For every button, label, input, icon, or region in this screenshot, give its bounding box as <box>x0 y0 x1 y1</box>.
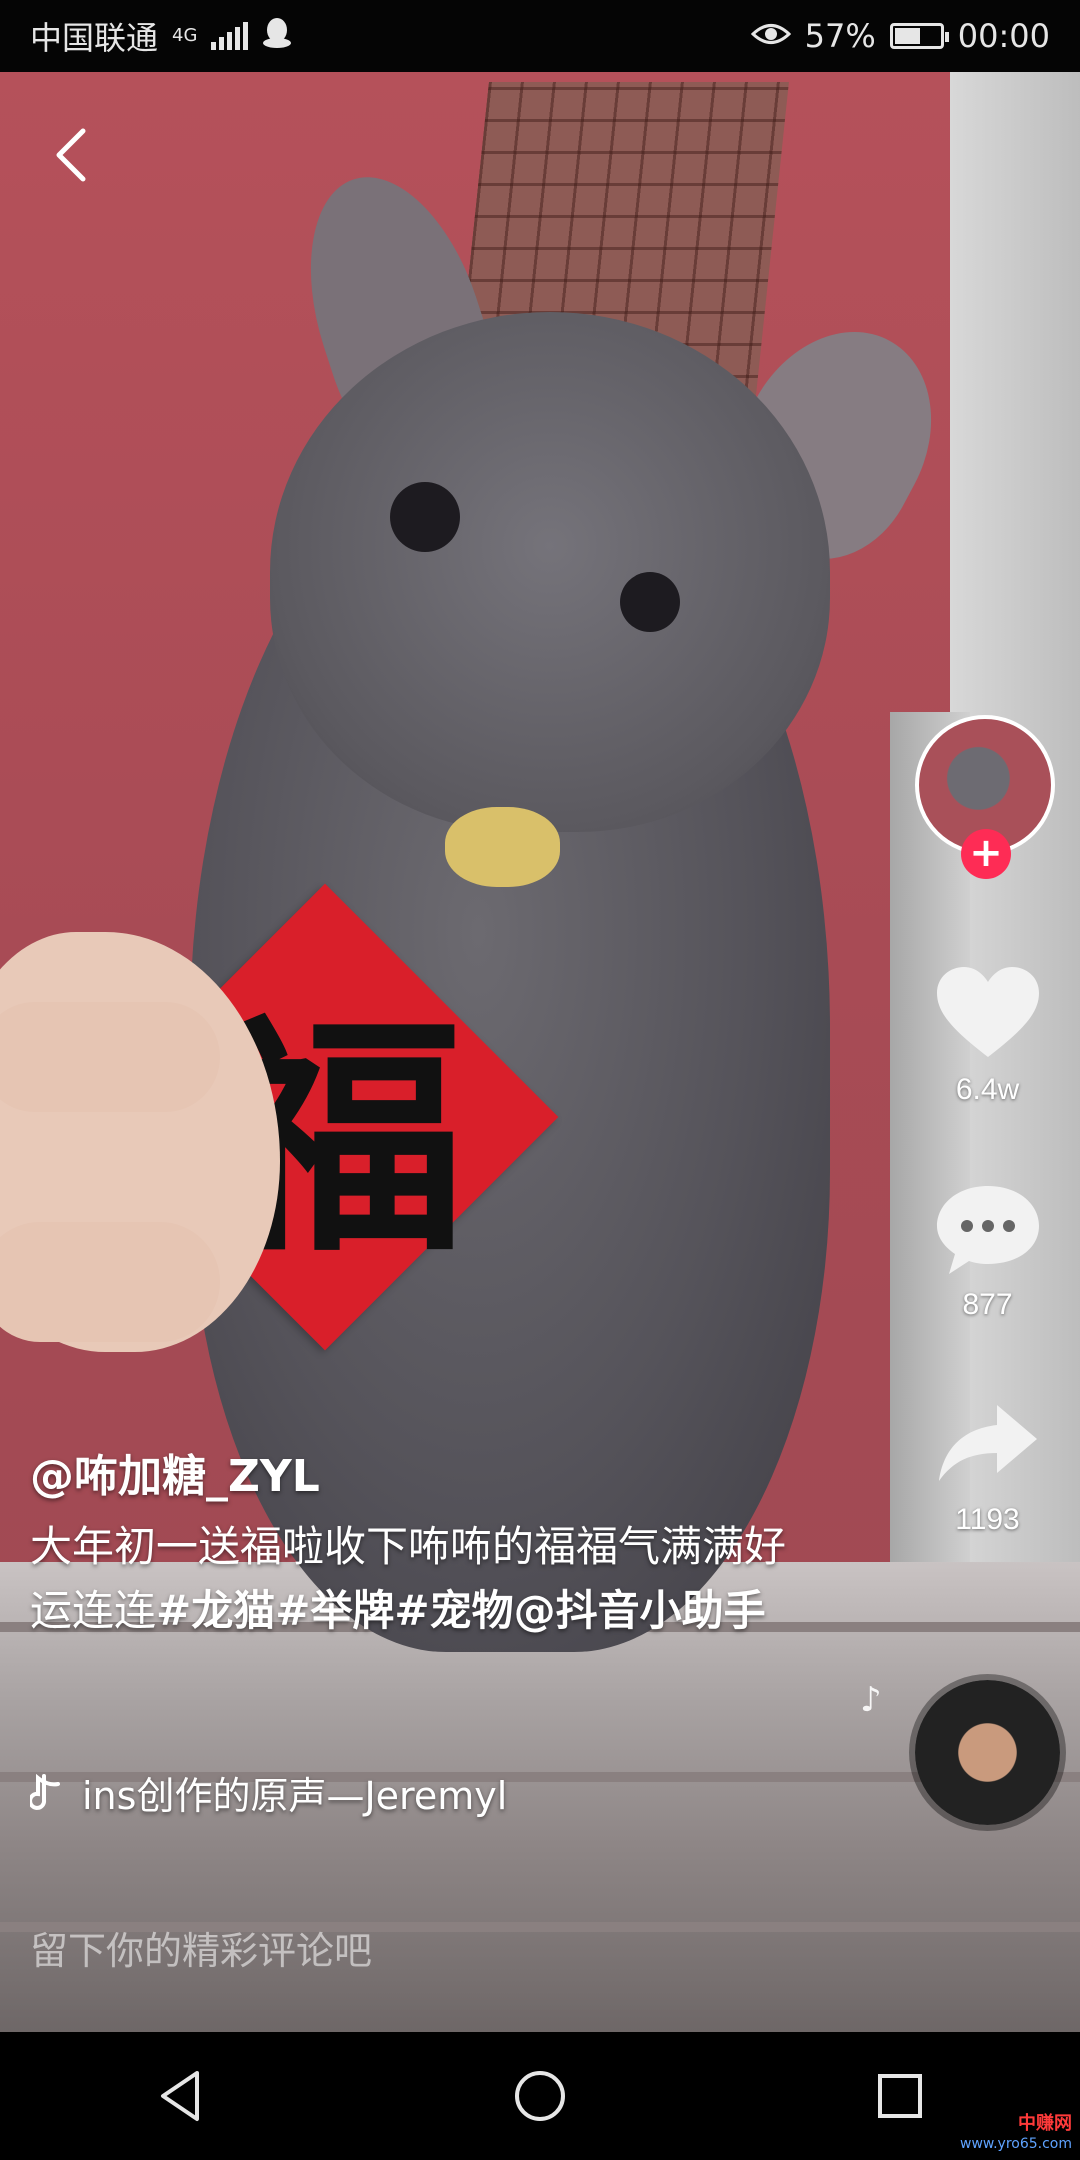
share-button[interactable]: 1193 <box>920 1395 1055 1537</box>
follow-button[interactable]: + <box>961 829 1011 879</box>
share-icon <box>938 1405 1037 1481</box>
comment-count: 877 <box>962 1288 1013 1321</box>
music-title: ins创作的原声—Jeremyl <box>82 1774 508 1818</box>
nav-recents-button[interactable] <box>840 2046 960 2146</box>
triangle-back-icon <box>161 2071 199 2121</box>
comment-icon <box>936 1186 1039 1274</box>
music-disc[interactable] <box>915 1680 1060 1825</box>
food-piece <box>445 807 560 887</box>
chinchilla-eye <box>620 572 680 632</box>
like-count: 6.4w <box>955 1073 1020 1106</box>
post-description: 大年初一送福啦收下咘咘的福福气满满好运连连#龙猫#举牌#宠物@抖音小助手 <box>30 1515 800 1643</box>
comment-button[interactable]: 877 <box>920 1180 1055 1322</box>
signal-icon <box>211 22 249 50</box>
eye-icon <box>750 17 791 55</box>
floating-note-icon: ♪ <box>860 1680 882 1720</box>
status-bar: 中国联通 4G 57% 00:00 <box>0 0 1080 72</box>
nav-home-button[interactable] <box>480 2046 600 2146</box>
mention-link[interactable]: 抖音小助手 <box>556 1586 766 1635</box>
carrier-label: 中国联通 <box>30 19 159 57</box>
like-button[interactable]: 6.4w <box>920 965 1055 1107</box>
chinchilla-head <box>270 312 830 832</box>
author-username[interactable]: @咘加糖_ZYL <box>30 1440 320 1504</box>
network-type: 4G <box>172 25 198 46</box>
circle-home-icon <box>515 2071 565 2121</box>
hashtags[interactable]: #龙猫#举牌#宠物@ <box>156 1586 556 1635</box>
author-avatar[interactable]: + <box>915 715 1060 879</box>
watermark-bottom: www.yro65.com <box>960 2136 1072 2152</box>
system-nav-bar: 中赚网 www.yro65.com <box>0 2032 1080 2160</box>
music-info[interactable]: ins创作的原声—Jeremyl <box>30 1765 507 1820</box>
back-button[interactable] <box>40 125 100 185</box>
watermark-top: 中赚网 <box>1018 2113 1072 2134</box>
comment-input[interactable]: 留下你的精彩评论吧 <box>30 1920 372 1975</box>
finger <box>0 1002 220 1112</box>
music-note-icon <box>30 1773 60 1810</box>
share-count: 1193 <box>955 1503 1020 1536</box>
square-recents-icon <box>878 2074 922 2118</box>
finger <box>0 1222 220 1342</box>
chevron-left-icon <box>56 128 86 182</box>
clock: 00:00 <box>957 17 1050 55</box>
penguin-icon <box>262 16 292 56</box>
battery-icon <box>889 23 949 49</box>
nav-back-button[interactable] <box>120 2046 240 2146</box>
chinchilla-eye <box>390 482 460 552</box>
battery-percent: 57% <box>804 17 876 55</box>
heart-icon <box>936 967 1039 1057</box>
watermark: 中赚网 www.yro65.com <box>960 2114 1072 2154</box>
